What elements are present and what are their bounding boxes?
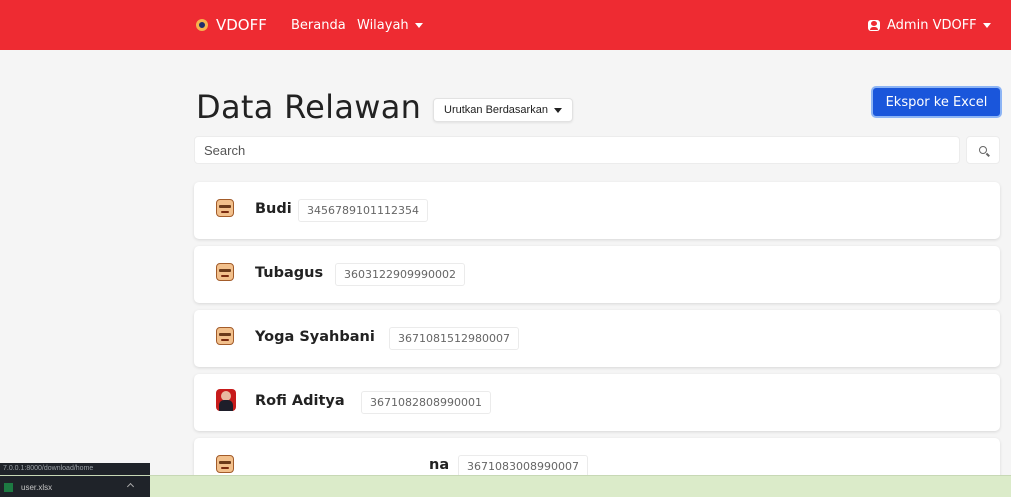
- search-button[interactable]: [966, 136, 1000, 164]
- search-input[interactable]: Search: [194, 136, 960, 164]
- volunteer-card[interactable]: Budi 3456789101112354: [194, 182, 1000, 239]
- volunteer-name: na: [429, 457, 450, 473]
- chevron-down-icon: [553, 107, 562, 113]
- download-item[interactable]: user.xlsx: [0, 476, 150, 497]
- cartoon-face-icon: [216, 263, 234, 281]
- volunteer-card[interactable]: Tubagus 3603122909990002: [194, 246, 1000, 303]
- chevron-down-icon: [982, 22, 991, 28]
- status-bar-url: 7.0.0.1:8000/download/home: [0, 463, 150, 475]
- chevron-down-icon: [414, 22, 423, 28]
- cartoon-face-icon: [216, 199, 234, 217]
- nav-link-beranda[interactable]: Beranda: [291, 0, 346, 50]
- volunteer-card[interactable]: Rofi Aditya 3671082808990001: [194, 374, 1000, 431]
- export-excel-button[interactable]: Ekspor ke Excel: [871, 86, 1002, 118]
- volunteer-nik: 3603122909990002: [335, 263, 465, 286]
- brand-link[interactable]: VDOFF: [196, 0, 267, 50]
- volunteer-name: Tubagus: [255, 265, 324, 281]
- user-menu-label: Admin VDOFF: [887, 17, 977, 33]
- volunteer-card[interactable]: Yoga Syahbani 3671081512980007: [194, 310, 1000, 367]
- brand-label: VDOFF: [216, 16, 267, 34]
- sort-dropdown-label: Urutkan Berdasarkan: [444, 104, 548, 116]
- brand-logo-icon: [196, 19, 208, 31]
- page-title: Data Relawan: [196, 88, 422, 126]
- volunteer-name: Budi: [255, 201, 292, 217]
- volunteer-nik: 3671082808990001: [361, 391, 491, 414]
- volunteer-nik: 3671081512980007: [389, 327, 519, 350]
- user-icon: [868, 19, 880, 31]
- sort-dropdown[interactable]: Urutkan Berdasarkan: [433, 98, 573, 122]
- volunteer-name: Rofi Aditya: [255, 393, 345, 409]
- navbar: VDOFF Beranda Wilayah Admin VDOFF: [0, 0, 1011, 50]
- nav-link-wilayah-label: Wilayah: [357, 17, 409, 33]
- person-photo: [216, 389, 236, 411]
- download-file-name: user.xlsx: [21, 482, 53, 492]
- search-icon: [979, 146, 987, 154]
- volunteer-nik: 3456789101112354: [298, 199, 428, 222]
- cartoon-face-icon: [216, 327, 234, 345]
- chevron-up-icon[interactable]: [126, 482, 135, 491]
- nav-dropdown-wilayah[interactable]: Wilayah: [357, 0, 423, 50]
- cartoon-face-icon: [216, 455, 234, 473]
- excel-file-icon: [4, 482, 13, 492]
- volunteer-name: Yoga Syahbani: [255, 329, 375, 345]
- download-bar: user.xlsx: [0, 475, 1011, 497]
- user-menu[interactable]: Admin VDOFF: [868, 0, 991, 50]
